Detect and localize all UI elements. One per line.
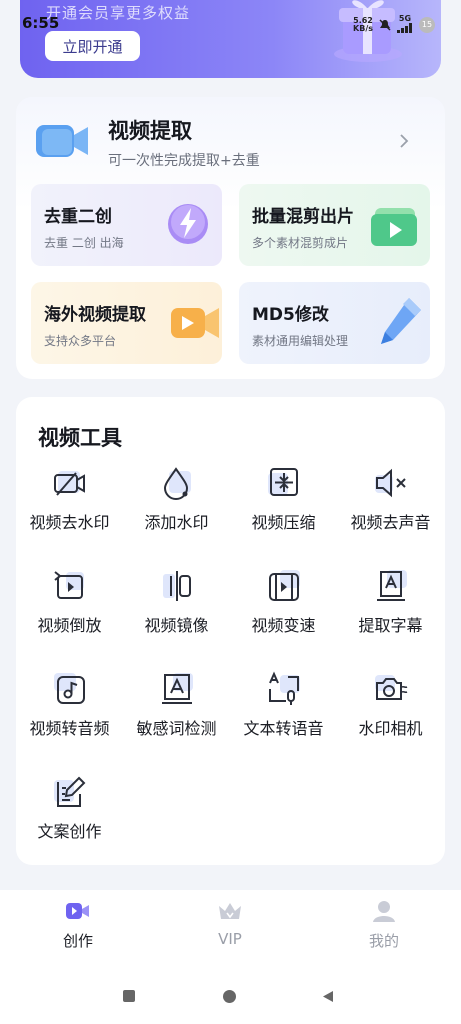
tile-batch-mix[interactable]: 批量混剪出片 多个素材混剪成片 [239,184,430,266]
tile-title: MD5修改 [252,305,329,325]
tool-label: 视频倒放 [37,616,102,635]
tile-title: 海外视频提取 [44,305,146,325]
tool-speed[interactable]: 视频变速 [230,568,337,658]
tool-compress[interactable]: 视频压缩 [230,465,337,555]
compress-icon [268,468,298,496]
camera-icon [375,675,408,700]
banner-subtitle: 开通会员享更多权益 [46,4,191,22]
nav-item-profile[interactable]: 我的 [344,898,424,954]
write-icon [54,776,86,807]
text-detect-icon [162,673,193,704]
video-tools-card: 视频工具 视频去水印 添加水印 视频压缩 视频去声音 视频倒放 视频镜像 视频变… [16,397,445,865]
tool-label: 视频压缩 [251,513,316,532]
tool-sensitive-words[interactable]: 敏感词检测 [123,671,230,761]
play-folder-icon [371,208,417,246]
tool-label: 视频转音频 [29,719,110,738]
tile-subtitle: 素材通用编辑处理 [252,334,349,348]
tile-dedup-remix[interactable]: 去重二创 去重 二创 出海 [31,184,222,266]
tool-label: 视频去声音 [350,513,431,532]
tool-label: 视频去水印 [29,513,110,532]
back-button[interactable] [322,990,334,1003]
tool-add-watermark[interactable]: 添加水印 [123,465,230,555]
tool-remove-watermark[interactable]: 视频去水印 [16,465,123,555]
tool-mirror[interactable]: 视频镜像 [123,568,230,658]
reverse-icon [54,571,84,599]
tool-label: 视频变速 [251,616,316,635]
home-button[interactable] [223,990,236,1003]
video-extract-description: 可一次性完成提取+去重 [108,153,260,169]
tile-title: 批量混剪出片 [252,207,354,227]
video-extract-header[interactable]: 视频提取 可一次性完成提取+去重 [16,97,445,177]
video-camera-icon [36,125,88,157]
tool-label: 文本转语音 [243,719,324,738]
bottom-nav: 创作 VIP 我的 [0,890,461,970]
signal-indicator: 5G [397,14,413,35]
tile-subtitle: 多个素材混剪成片 [252,236,349,250]
tool-copywriting[interactable]: 文案创作 [16,774,123,864]
tool-label: 敏感词检测 [136,719,217,738]
water-drop-icon [163,467,191,500]
status-time: 6:55 [22,14,60,32]
nav-item-vip[interactable]: VIP [190,898,270,954]
mirror-icon [163,571,191,601]
tile-subtitle: 支持众多平台 [44,334,117,348]
network-speed: 5.62 KB/s [353,15,373,33]
tool-watermark-camera[interactable]: 水印相机 [337,671,444,761]
mute-icon [375,468,406,498]
nav-label: 创作 [62,932,93,950]
tool-label: 视频镜像 [144,616,209,635]
tool-remove-audio[interactable]: 视频去声音 [337,465,444,555]
tile-subtitle: 去重 二创 出海 [44,236,124,250]
nav-label: 我的 [368,932,399,950]
text-to-speech-icon [269,671,300,705]
nav-item-create[interactable]: 创作 [38,898,118,954]
tile-md5-modify[interactable]: MD5修改 素材通用编辑处理 [239,282,430,364]
tool-extract-subtitles[interactable]: 提取字幕 [337,568,444,658]
activate-vip-button[interactable]: 立即开通 [45,31,140,61]
system-nav-bar [0,970,461,1024]
tool-reverse[interactable]: 视频倒放 [16,568,123,658]
tool-label: 水印相机 [358,719,423,738]
subtitle-icon [377,570,407,601]
battery-indicator: 15 [419,16,435,33]
nav-label: VIP [218,930,242,948]
video-extract-title: 视频提取 [108,119,192,143]
tool-label: 添加水印 [144,513,209,532]
create-icon [66,903,89,919]
crown-icon [219,903,241,919]
tile-overseas-extract[interactable]: 海外视频提取 支持众多平台 [31,282,222,364]
speed-icon [269,570,300,601]
video-tools-title: 视频工具 [38,426,122,450]
chevron-right-icon [400,134,409,148]
pen-icon [381,298,421,344]
video-no-watermark-icon [54,471,85,496]
profile-icon [373,901,395,922]
vip-banner[interactable]: 开通会员享更多权益 立即开通 [20,0,441,78]
video-camera-icon [171,308,219,338]
mute-status-icon [379,18,391,31]
recent-apps-button[interactable] [123,990,135,1002]
video-extract-card: 视频提取 可一次性完成提取+去重 去重二创 去重 二创 出海 批量混剪出片 多个… [16,97,445,379]
tool-text-to-speech[interactable]: 文本转语音 [230,671,337,761]
lightning-icon [168,204,208,244]
tool-video-to-audio[interactable]: 视频转音频 [16,671,123,761]
tool-label: 提取字幕 [358,616,423,635]
tool-label: 文案创作 [37,822,102,841]
music-icon [54,673,85,704]
tile-title: 去重二创 [44,207,112,227]
status-indicators: 5.62 KB/s 5G 15 [353,14,435,35]
